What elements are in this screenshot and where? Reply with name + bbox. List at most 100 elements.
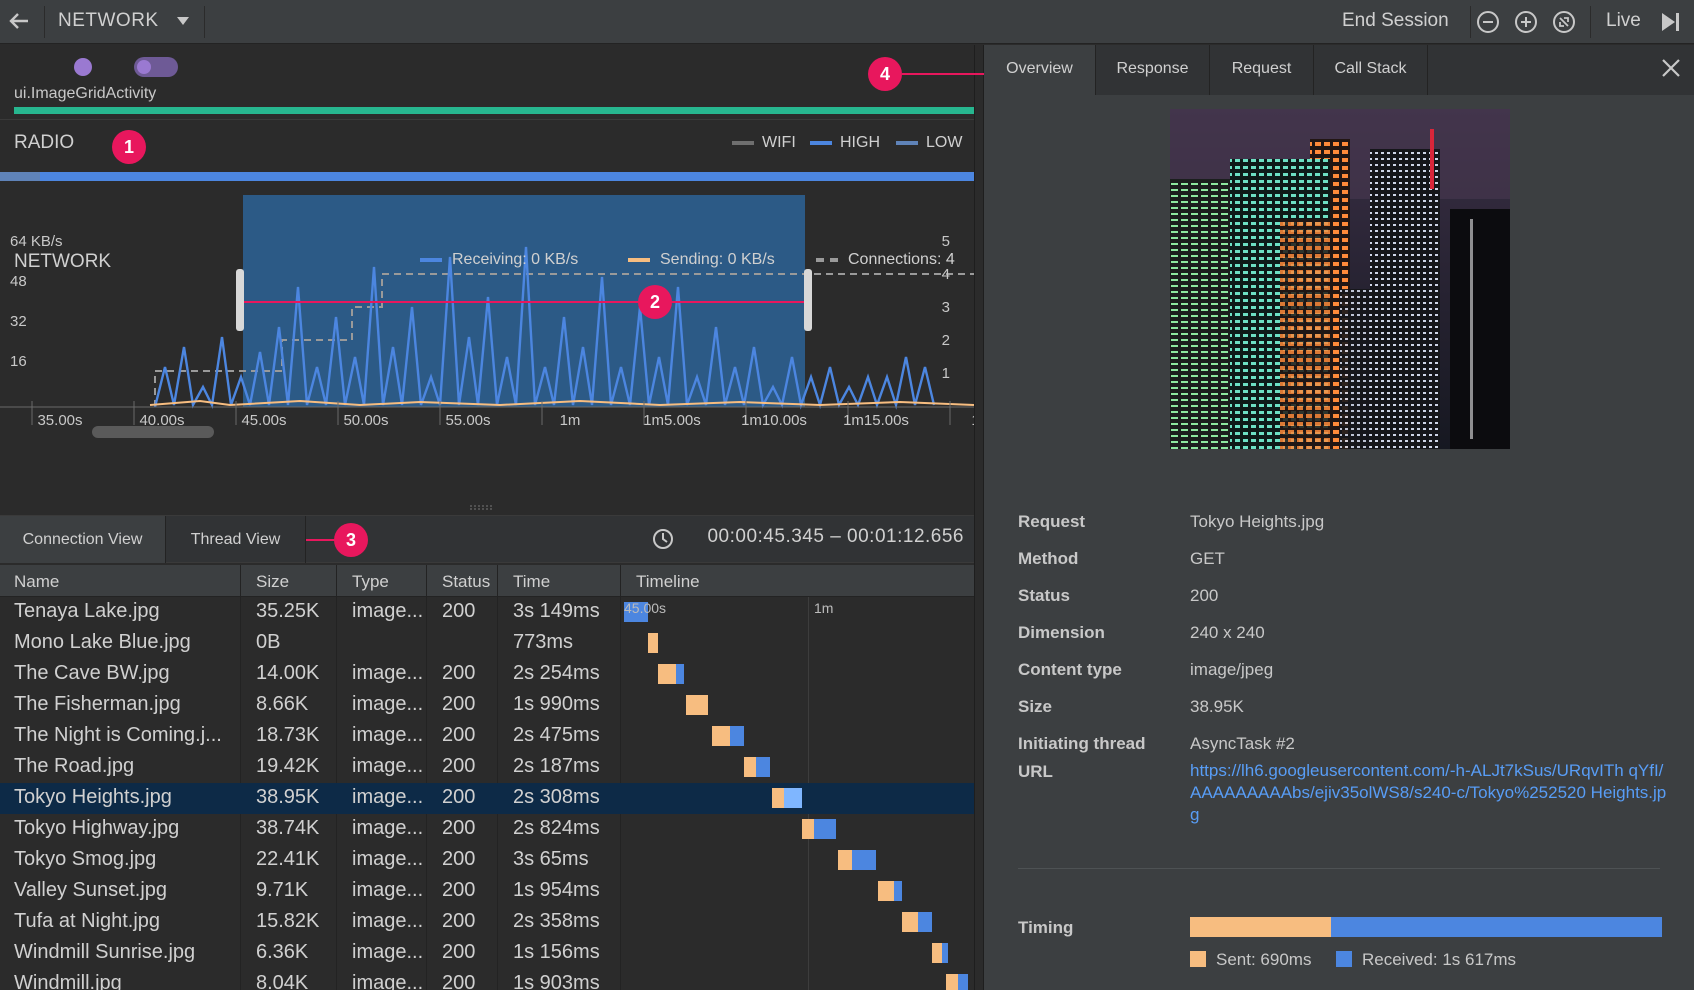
selection-range-label: 00:00:45.345 – 00:01:12.656 [707,526,964,547]
cell-status: 200 [442,693,476,715]
callout-badge-4: 4 [868,57,902,91]
end-session-button[interactable]: End Session [1342,10,1449,32]
tab-overview[interactable]: Overview [984,45,1096,95]
timeline-sent-bar [772,788,784,808]
timeline-received-bar [756,757,770,777]
field-value: AsyncTask #2 [1190,734,1295,753]
column-divider[interactable] [620,565,621,597]
timeline-sent-bar [712,726,730,746]
legend-receiving: Receiving: 0 KB/s [420,251,578,269]
live-label[interactable]: Live [1606,10,1641,32]
back-arrow-icon[interactable] [6,8,32,34]
sent-swatch [1190,951,1206,967]
cell-name: Windmill.jpg [14,972,122,990]
column-header-size[interactable]: Size [256,572,289,592]
timing-label: Timing [1018,918,1074,937]
column-header-timeline[interactable]: Timeline [636,572,700,592]
cell-status: 200 [442,972,476,990]
column-divider[interactable] [426,565,427,597]
reset-zoom-icon[interactable] [1552,10,1576,34]
table-row[interactable]: The Fisherman.jpg 8.66K image... 200 1s 990m… [0,690,974,721]
table-row[interactable]: Tokyo Heights.jpg 38.95K image... 200 2s 308… [0,783,974,814]
radio-state-bar [0,172,974,181]
cell-size: 38.95K [256,786,320,808]
table-row[interactable]: Tenaya Lake.jpg 35.25K image... 200 3s 149ms… [0,597,974,628]
radio-label: RADIO [14,132,75,153]
selection-right-handle[interactable] [804,269,812,331]
y-left-tick-label: 32 [10,313,27,330]
cell-time: 1s 990ms [513,693,600,715]
cell-size: 6.36K [256,941,309,963]
cell-time: 3s 65ms [513,848,589,870]
pane-splitter[interactable] [974,45,984,990]
column-divider[interactable] [336,565,337,597]
skip-to-live-icon[interactable] [1660,10,1682,34]
table-row[interactable]: Tufa at Night.jpg 15.82K image... 200 2s 358… [0,907,974,938]
legend-wifi-swatch [732,140,754,145]
cell-type: image... [352,693,424,715]
table-row[interactable]: Mono Lake Blue.jpg 0B 773ms [0,628,974,659]
legend-receiving-label: Receiving: 0 KB/s [452,251,579,268]
toolbar-separator [44,6,45,38]
zoom-out-icon[interactable] [1476,10,1500,34]
tab-response[interactable]: Response [1096,45,1210,95]
cell-size: 35.25K [256,600,320,622]
field-label: Content type [1018,660,1122,679]
tab-connection-view[interactable]: Connection View [0,516,166,563]
table-row[interactable]: Valley Sunset.jpg 9.71K image... 200 1s 954m… [0,876,974,907]
table-row[interactable]: Tokyo Smog.jpg 22.41K image... 200 3s 65ms [0,845,974,876]
column-header-type[interactable]: Type [352,572,389,592]
column-divider[interactable] [497,565,498,597]
legend-sending-swatch [628,257,650,262]
cell-type: image... [352,879,424,901]
section-divider [1018,868,1660,869]
table-row[interactable]: The Night is Coming.j... 18.73K image... 20… [0,721,974,752]
column-header-name[interactable]: Name [14,572,59,592]
field-value: image/jpeg [1190,660,1274,679]
table-row[interactable]: The Cave BW.jpg 14.00K image... 200 2s 254ms [0,659,974,690]
activity-event-dot[interactable] [74,58,92,76]
network-chart[interactable]: 35.00s 40.00s 45.00s 50.00s 55.00s 1m 1m5.00s 1… [0,195,974,495]
selection-left-handle[interactable] [236,269,244,331]
profiler-dropdown[interactable]: NETWORK [58,10,159,32]
chevron-down-icon[interactable] [176,16,190,26]
legend-high-swatch [810,140,832,145]
details-tabs: Overview Response Request Call Stack [984,45,1694,95]
timeline-sent-bar [744,757,756,777]
request-url-link[interactable]: https://lh6.googleusercontent.com/-h-ALJ… [1190,760,1670,826]
x-tick-label: 1m5.00s [643,412,701,429]
table-row[interactable]: Windmill.jpg 8.04K image... 200 1s 903ms [0,969,974,990]
cell-size: 15.82K [256,910,320,932]
column-header-status[interactable]: Status [442,572,490,592]
cell-type: image... [352,848,424,870]
column-header-time[interactable]: Time [513,572,550,592]
tab-call-stack[interactable]: Call Stack [1314,45,1428,95]
tab-request[interactable]: Request [1210,45,1314,95]
horizontal-scrollbar[interactable] [92,426,214,438]
table-row[interactable]: Windmill Sunrise.jpg 6.36K image... 200 1s 1… [0,938,974,969]
field-value: 240 x 240 [1190,623,1265,642]
field-label: Dimension [1018,623,1105,642]
x-tick-label: 55.00s [445,412,490,429]
cell-status: 200 [442,662,476,684]
details-pane: Overview Response Request Call Stack Req… [984,45,1694,990]
table-row[interactable]: Tokyo Highway.jpg 38.74K image... 200 2s 824… [0,814,974,845]
close-icon[interactable] [1658,55,1684,81]
splitter-grip[interactable] [470,505,492,511]
network-chart-svg: 35.00s 40.00s 45.00s 50.00s 55.00s 1m 1m5.00s 1… [0,195,974,495]
cell-status: 200 [442,755,476,777]
zoom-in-icon[interactable] [1514,10,1538,34]
table-row[interactable]: The Road.jpg 19.42K image... 200 2s 187ms [0,752,974,783]
connections-table: Tenaya Lake.jpg 35.25K image... 200 3s 149ms… [0,597,974,990]
timing-received-legend: Received: 1s 617ms [1336,950,1516,970]
cell-time: 3s 149ms [513,600,600,622]
x-tick-label: 50.00s [343,412,388,429]
activity-event-range[interactable] [134,57,178,77]
timeline-received-bar [894,881,902,901]
tokyo-heights-image [1170,109,1510,449]
radio-state-segment [0,172,40,181]
sent-label: Sent: 690ms [1216,950,1312,969]
timeline-sent-bar [932,943,942,963]
tab-thread-view[interactable]: Thread View [166,516,306,563]
column-divider[interactable] [240,565,241,597]
